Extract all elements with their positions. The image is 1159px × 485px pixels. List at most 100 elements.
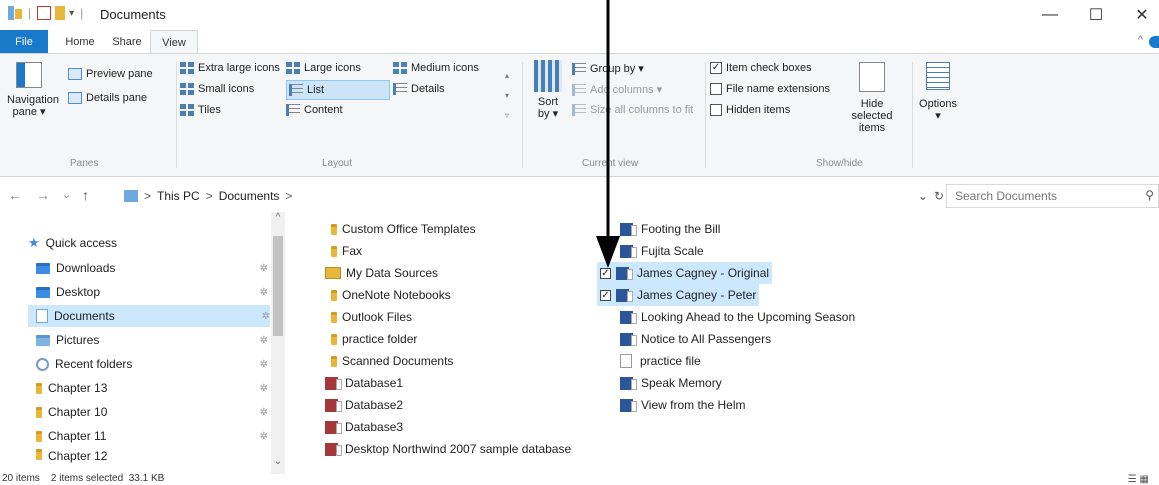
list-item[interactable]: ✓ James Cagney - Original (597, 262, 773, 284)
list-item[interactable]: ✓ James Cagney - Peter (597, 284, 760, 306)
recent-icon (36, 357, 49, 371)
group-by-button[interactable]: Group by ▾ (572, 62, 644, 75)
search-icon[interactable]: ⚲ (1145, 188, 1154, 202)
list-item[interactable]: Database3 (322, 416, 406, 438)
large-icons-option[interactable]: Large icons (286, 62, 361, 74)
breadcrumb-this-pc[interactable]: This PC (157, 189, 200, 203)
layout-scroll[interactable]: ▴ ▾ ▿ (501, 66, 513, 126)
list-option[interactable]: List (286, 80, 390, 100)
nav-item-chapter-11[interactable]: Chapter 11 ✲ (36, 425, 268, 447)
tab-share[interactable]: Share (104, 30, 150, 54)
hidden-items-checkbox[interactable] (710, 104, 722, 116)
scroll-down-icon[interactable]: ⌄ (272, 456, 284, 467)
collapse-ribbon-icon[interactable]: ^ (1138, 34, 1143, 46)
pin-icon[interactable]: ✲ (260, 335, 268, 346)
nav-scrollbar-thumb[interactable] (273, 236, 283, 336)
list-item[interactable]: Notice to All Passengers (617, 328, 774, 350)
refresh-icon[interactable]: ↻ (934, 189, 944, 203)
tab-home[interactable]: Home (58, 30, 102, 54)
tab-file[interactable]: File (0, 30, 48, 54)
nav-item-chapter-12[interactable]: Chapter 12 (36, 449, 268, 463)
scroll-up-icon[interactable]: ^ (272, 212, 284, 223)
file-name-extensions-checkbox[interactable] (710, 83, 722, 95)
layout-more-icon[interactable]: ▿ (501, 106, 513, 126)
pin-icon[interactable]: ✲ (260, 287, 268, 298)
file-name: practice file (640, 354, 701, 368)
size-all-columns-button[interactable]: Size all columns to fit (572, 104, 693, 116)
nav-item-pictures[interactable]: Pictures ✲ (36, 329, 268, 351)
pin-icon[interactable]: ✲ (260, 431, 268, 442)
nav-item-recent-folders[interactable]: Recent folders ✲ (36, 353, 268, 375)
qat-dropdown-icon[interactable]: ▾ (69, 8, 74, 19)
options-button[interactable]: Options ▾ (916, 62, 960, 122)
address-dropdown-icon[interactable]: ⌄ (918, 189, 928, 203)
tab-view[interactable]: View (150, 30, 198, 54)
nav-item-documents[interactable]: Documents ✲ (28, 305, 270, 327)
pin-icon[interactable]: ✲ (260, 359, 268, 370)
minimize-button[interactable]: — (1030, 2, 1070, 28)
list-item[interactable]: View from the Helm (617, 394, 748, 416)
list-item[interactable]: Looking Ahead to the Upcoming Season (617, 306, 858, 328)
nav-item-quick-access[interactable]: ★ Quick access (28, 232, 268, 254)
search-input[interactable]: Search Documents ⚲ (946, 184, 1159, 208)
back-icon[interactable]: ← (8, 187, 22, 203)
layout-scroll-up-icon[interactable]: ▴ (501, 66, 513, 86)
navigation-pane-button[interactable]: Navigation pane ▾ (4, 62, 59, 118)
item-checkbox[interactable]: ✓ (600, 267, 611, 279)
list-item[interactable]: practice folder (328, 328, 420, 350)
details-pane-button[interactable]: Details pane (68, 92, 147, 104)
breadcrumb-documents[interactable]: Documents (219, 189, 280, 203)
close-button[interactable]: ✕ (1122, 2, 1159, 28)
address-bar[interactable]: > This PC > Documents > ⌄ ↻ (120, 184, 950, 208)
pin-icon[interactable]: ✲ (262, 311, 270, 322)
hide-selected-items-button[interactable]: Hide selected items (836, 62, 908, 134)
help-icon[interactable] (1149, 36, 1159, 48)
list-item[interactable]: Footing the Bill (617, 218, 723, 240)
sort-by-button[interactable]: Sort by ▾ (530, 60, 566, 120)
extra-large-icons-label: Extra large icons (198, 62, 280, 74)
nav-item-downloads[interactable]: Downloads ✲ (36, 257, 268, 279)
file-name: Desktop Northwind 2007 sample database (345, 442, 572, 456)
layout-scroll-down-icon[interactable]: ▾ (501, 86, 513, 106)
item-check-boxes-checkbox[interactable]: ✓ (710, 62, 722, 74)
list-item[interactable]: Desktop Northwind 2007 sample database (322, 438, 574, 460)
hidden-items-option[interactable]: Hidden items (710, 104, 790, 116)
new-folder-icon[interactable] (55, 6, 66, 20)
pin-icon[interactable]: ✲ (260, 407, 268, 418)
pin-icon[interactable]: ✲ (260, 383, 268, 394)
list-item[interactable]: Speak Memory (617, 372, 725, 394)
medium-icons-option[interactable]: Medium icons (393, 62, 479, 74)
list-item[interactable]: practice file (617, 350, 704, 372)
recent-locations-icon[interactable]: ⌄ (62, 188, 71, 201)
up-icon[interactable]: ↑ (82, 187, 89, 203)
view-toggle-icons[interactable]: ☰ ▦ (1128, 474, 1149, 485)
nav-item-desktop[interactable]: Desktop ✲ (36, 281, 268, 303)
small-icons-option[interactable]: Small icons (180, 83, 254, 95)
item-checkbox[interactable]: ✓ (600, 289, 611, 301)
list-item[interactable]: Database1 (322, 372, 406, 394)
list-item[interactable]: OneNote Notebooks (328, 284, 454, 306)
list-item[interactable]: Outlook Files (328, 306, 415, 328)
list-item[interactable]: Custom Office Templates (328, 218, 479, 240)
list-item[interactable]: Database2 (322, 394, 406, 416)
forward-icon[interactable]: → (36, 187, 50, 203)
file-name-extensions-option[interactable]: File name extensions (710, 83, 830, 95)
pin-icon[interactable]: ✲ (260, 263, 268, 274)
add-columns-button[interactable]: Add columns ▾ (572, 83, 662, 96)
properties-icon[interactable] (37, 6, 52, 20)
list-item[interactable]: Fujita Scale (617, 240, 707, 262)
content-option[interactable]: Content (286, 104, 343, 116)
tiles-option[interactable]: Tiles (180, 104, 221, 116)
preview-pane-icon (68, 68, 82, 80)
item-check-boxes-option[interactable]: ✓ Item check boxes (710, 62, 812, 74)
list-item[interactable]: My Data Sources (322, 262, 441, 284)
extra-large-icons-option[interactable]: Extra large icons (180, 62, 280, 74)
maximize-button[interactable]: ☐ (1076, 2, 1116, 28)
details-option[interactable]: Details (393, 83, 445, 95)
list-item[interactable]: Fax (328, 240, 365, 262)
list-item[interactable]: Scanned Documents (328, 350, 456, 372)
nav-item-chapter-13[interactable]: Chapter 13 ✲ (36, 377, 268, 399)
status-text: 20 items 2 items selected 33.1 KB (2, 473, 165, 484)
nav-item-chapter-10[interactable]: Chapter 10 ✲ (36, 401, 268, 423)
preview-pane-button[interactable]: Preview pane (68, 68, 153, 80)
